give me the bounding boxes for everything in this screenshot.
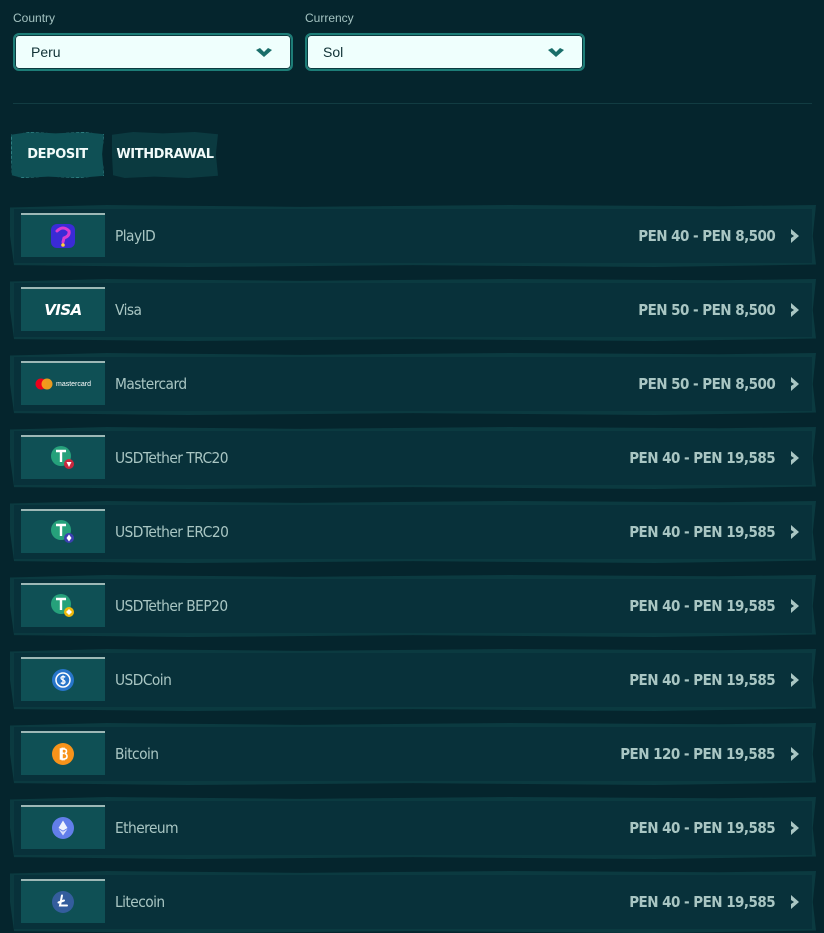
- method-range: PEN 40 - PEN 8,500: [637, 227, 776, 245]
- transaction-tabs: DEPOSIT WITHDRAWAL: [11, 132, 218, 178]
- method-range: PEN 40 - PEN 19,585: [629, 893, 775, 911]
- tether-bep20-icon: [21, 583, 105, 627]
- method-name: Visa: [115, 301, 142, 319]
- mastercard-logo-text: mastercard: [55, 380, 91, 388]
- payment-method-visa[interactable]: VISA Visa PEN 50 - PEN 8,500: [10, 279, 816, 341]
- method-range: PEN 40 - PEN 19,585: [629, 671, 775, 689]
- chevron-right-icon: [791, 451, 799, 465]
- method-name: USDTether TRC20: [115, 449, 229, 467]
- payment-method-litecoin[interactable]: Litecoin PEN 40 - PEN 19,585: [10, 871, 816, 933]
- payment-method-playid[interactable]: PlayID PEN 40 - PEN 8,500: [10, 205, 816, 267]
- method-range: PEN 40 - PEN 19,585: [629, 597, 775, 615]
- divider: [13, 103, 812, 104]
- litecoin-icon: [21, 879, 105, 923]
- currency-value: Sol: [323, 44, 344, 60]
- chevron-right-icon: [791, 673, 799, 687]
- chevron-right-icon: [791, 303, 799, 317]
- chevron-right-icon: [791, 229, 799, 243]
- tab-deposit[interactable]: DEPOSIT: [11, 132, 104, 178]
- chevron-right-icon: [791, 895, 799, 909]
- country-label: Country: [13, 11, 56, 25]
- method-name: USDTether BEP20: [115, 597, 228, 615]
- tether-trc20-icon: [21, 435, 105, 479]
- method-range: PEN 40 - PEN 19,585: [629, 449, 775, 467]
- payment-method-usdcoin[interactable]: USDCoin PEN 40 - PEN 19,585: [10, 649, 816, 711]
- method-range: PEN 40 - PEN 19,585: [629, 819, 775, 837]
- country-field: Country Peru: [13, 10, 293, 71]
- method-name: Bitcoin: [115, 745, 159, 763]
- chevron-right-icon: [791, 821, 799, 835]
- ethereum-icon: [21, 805, 105, 849]
- method-name: USDCoin: [115, 671, 172, 689]
- currency-select[interactable]: Sol: [305, 33, 585, 71]
- bitcoin-icon: [21, 731, 105, 775]
- chevron-down-icon: [256, 48, 272, 57]
- chevron-right-icon: [791, 747, 799, 761]
- method-name: PlayID: [115, 227, 156, 245]
- visa-logo-text: VISA: [44, 301, 82, 319]
- mastercard-logo-icon: mastercard: [21, 361, 105, 405]
- currency-label: Currency: [305, 11, 354, 25]
- country-select[interactable]: Peru: [13, 33, 293, 71]
- payment-method-ethereum[interactable]: Ethereum PEN 40 - PEN 19,585: [10, 797, 816, 859]
- payment-method-usdtether-trc20[interactable]: USDTether TRC20 PEN 40 - PEN 19,585: [10, 427, 816, 489]
- method-range: PEN 120 - PEN 19,585: [620, 745, 775, 763]
- chevron-down-icon: [548, 48, 564, 57]
- method-range: PEN 40 - PEN 19,585: [629, 523, 775, 541]
- method-name: Ethereum: [115, 819, 179, 837]
- payment-method-usdtether-bep20[interactable]: USDTether BEP20 PEN 40 - PEN 19,585: [10, 575, 816, 637]
- chevron-right-icon: [791, 599, 799, 613]
- country-value: Peru: [31, 44, 61, 60]
- method-range: PEN 50 - PEN 8,500: [637, 375, 776, 393]
- currency-field: Currency Sol: [305, 10, 585, 71]
- method-name: Mastercard: [115, 375, 187, 393]
- method-range: PEN 50 - PEN 8,500: [637, 301, 776, 319]
- method-name: Litecoin: [115, 893, 165, 911]
- usdcoin-icon: [21, 657, 105, 701]
- payment-method-mastercard[interactable]: mastercard Mastercard PEN 50 - PEN 8,500: [10, 353, 816, 415]
- chevron-right-icon: [791, 377, 799, 391]
- chevron-right-icon: [791, 525, 799, 539]
- visa-logo-icon: VISA: [21, 287, 105, 331]
- tether-erc20-icon: [21, 509, 105, 553]
- payment-method-usdtether-erc20[interactable]: USDTether ERC20 PEN 40 - PEN 19,585: [10, 501, 816, 563]
- payment-method-bitcoin[interactable]: Bitcoin PEN 120 - PEN 19,585: [10, 723, 816, 785]
- tab-withdrawal[interactable]: WITHDRAWAL: [112, 132, 218, 178]
- playid-icon: [21, 213, 105, 257]
- method-name: USDTether ERC20: [115, 523, 229, 541]
